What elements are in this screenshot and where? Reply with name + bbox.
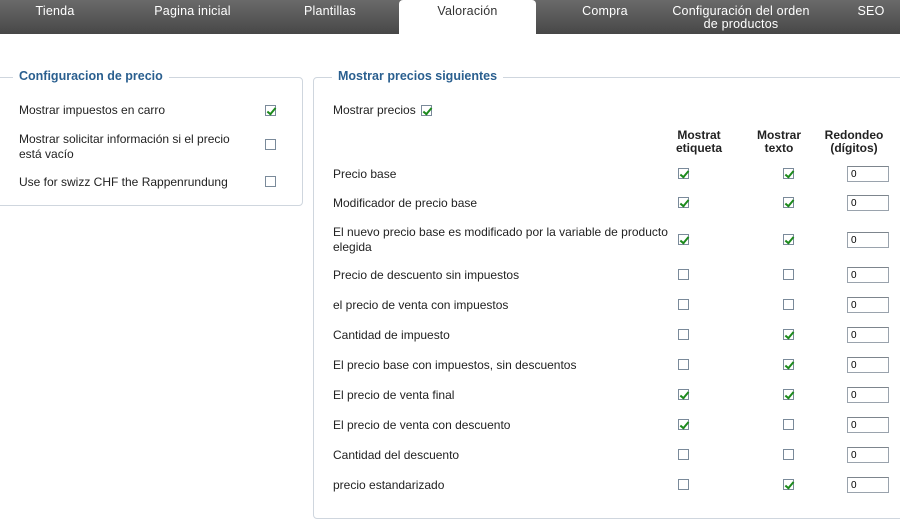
show-label-checkbox[interactable] [678, 197, 689, 208]
show-text-checkbox[interactable] [783, 419, 794, 430]
price-row-label: Precio base [333, 167, 397, 181]
header-show-label: Mostrat etiqueta [675, 128, 722, 155]
show-prices-checkbox[interactable] [421, 105, 432, 116]
show-text-checkbox[interactable] [783, 197, 794, 208]
show-text-checkbox[interactable] [783, 168, 794, 179]
show-text-checkbox[interactable] [783, 329, 794, 340]
show-label-checkbox[interactable] [678, 419, 689, 430]
price-config-title: Configuracion de precio [13, 69, 169, 83]
price-row-label: precio estandarizado [333, 478, 445, 492]
show-label-checkbox[interactable] [678, 359, 689, 370]
show-prices-label: Mostrar precios [333, 103, 416, 117]
show-text-checkbox[interactable] [783, 359, 794, 370]
tab-seo[interactable]: SEO [842, 0, 900, 34]
price-config-checkbox[interactable] [265, 105, 276, 116]
header-show-text: Mostrar texto [756, 128, 801, 155]
price-row-label: Cantidad del descuento [333, 448, 460, 462]
price-row-label: El nuevo precio base es modificado por l… [333, 225, 668, 254]
show-prices-panel: Mostrar precios siguientes Mostrar preci… [313, 69, 900, 519]
rounding-input[interactable] [847, 477, 889, 493]
rounding-input[interactable] [847, 166, 889, 182]
price-config-checkbox[interactable] [265, 176, 276, 187]
show-label-checkbox[interactable] [678, 299, 689, 310]
show-label-checkbox[interactable] [678, 234, 689, 245]
tab-plantillas[interactable]: Plantillas [270, 0, 390, 34]
price-row-label: Cantidad de impuesto [333, 328, 450, 342]
show-text-checkbox[interactable] [783, 449, 794, 460]
tab-configuracion-orden[interactable]: Configuración del orden de productos [670, 0, 812, 34]
show-text-checkbox[interactable] [783, 479, 794, 490]
tab-pagina-inicial[interactable]: Pagina inicial [120, 0, 265, 34]
tab-tienda[interactable]: Tienda [0, 0, 110, 34]
header-rounding: Redondeo (dígitos) [824, 128, 884, 155]
tab-compra[interactable]: Compra [545, 0, 665, 34]
rounding-input[interactable] [847, 417, 889, 433]
show-label-checkbox[interactable] [678, 168, 689, 179]
tab-bar: Tienda Pagina inicial Plantillas Valorac… [0, 0, 900, 36]
show-text-checkbox[interactable] [783, 299, 794, 310]
price-row-label: El precio base con impuestos, sin descue… [333, 358, 577, 372]
price-config-label: Mostrar impuestos en carro [19, 103, 166, 117]
price-config-panel: Configuracion de precio Mostrar impuesto… [0, 69, 303, 206]
show-prices-title: Mostrar precios siguientes [332, 69, 504, 83]
rounding-input[interactable] [847, 232, 889, 248]
show-label-checkbox[interactable] [678, 389, 689, 400]
price-config-label: Mostrar solicitar información si el prec… [19, 132, 230, 161]
price-config-label: Use for swizz CHF the Rappenrundung [19, 175, 228, 189]
price-row-label: Modificador de precio base [333, 196, 478, 210]
price-row-label: el precio de venta con impuestos [333, 298, 509, 312]
price-config-checkbox[interactable] [265, 139, 276, 150]
rounding-input[interactable] [847, 357, 889, 373]
rounding-input[interactable] [847, 195, 889, 211]
rounding-input[interactable] [847, 327, 889, 343]
tab-valoracion[interactable]: Valoración [399, 0, 536, 36]
rounding-input[interactable] [847, 447, 889, 463]
rounding-input[interactable] [847, 297, 889, 313]
show-text-checkbox[interactable] [783, 269, 794, 280]
price-row-label: El precio de venta con descuento [333, 418, 511, 432]
show-label-checkbox[interactable] [678, 329, 689, 340]
price-row-label: Precio de descuento sin impuestos [333, 268, 520, 282]
show-text-checkbox[interactable] [783, 234, 794, 245]
rounding-input[interactable] [847, 267, 889, 283]
show-label-checkbox[interactable] [678, 269, 689, 280]
show-label-checkbox[interactable] [678, 479, 689, 490]
rounding-input[interactable] [847, 387, 889, 403]
price-row-label: El precio de venta final [333, 388, 455, 402]
show-label-checkbox[interactable] [678, 449, 689, 460]
show-text-checkbox[interactable] [783, 389, 794, 400]
